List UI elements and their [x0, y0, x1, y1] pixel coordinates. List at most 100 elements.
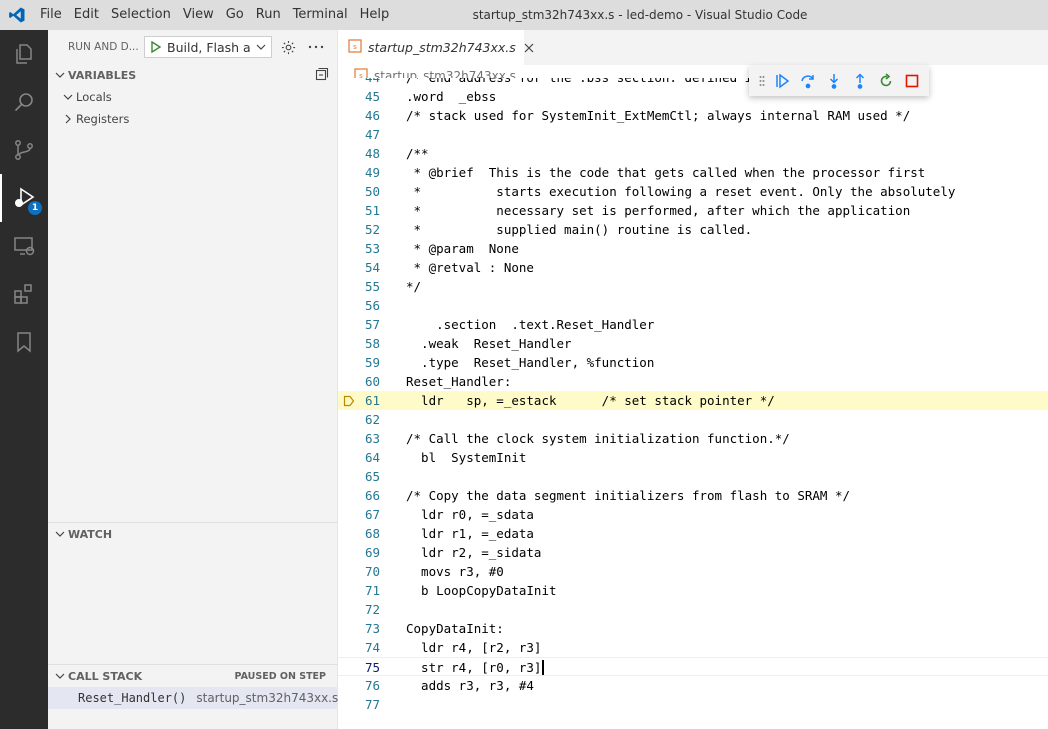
- close-icon[interactable]: [524, 40, 534, 56]
- code-line[interactable]: 66 /* Copy the data segment initializers …: [338, 486, 1048, 505]
- step-out-icon[interactable]: [847, 69, 873, 93]
- code-line[interactable]: 57 .section .text.Reset_Handler: [338, 315, 1048, 334]
- menu-edit[interactable]: Edit: [68, 0, 105, 30]
- code-line[interactable]: 76 adds r3, r3, #4: [338, 676, 1048, 695]
- menu-go[interactable]: Go: [220, 0, 250, 30]
- variables-registers[interactable]: Registers: [48, 108, 337, 130]
- code-line[interactable]: 55 */: [338, 277, 1048, 296]
- run-debug-icon[interactable]: 1: [0, 174, 48, 222]
- start-debugging-icon[interactable]: [145, 41, 167, 53]
- code-line[interactable]: 72: [338, 600, 1048, 619]
- watch-section-header[interactable]: WATCH: [48, 523, 338, 545]
- menu-terminal[interactable]: Terminal: [287, 0, 354, 30]
- line-number: 75: [364, 660, 380, 675]
- code-line[interactable]: 60 Reset_Handler:: [338, 372, 1048, 391]
- code-line[interactable]: 50 * starts execution following a reset …: [338, 182, 1048, 201]
- line-text: ldr r2, =_sidata: [406, 545, 542, 560]
- code-line[interactable]: 46 /* stack used for SystemInit_ExtMemCtl…: [338, 106, 1048, 125]
- drag-handle-icon[interactable]: [755, 75, 769, 87]
- stop-icon[interactable]: [899, 69, 925, 93]
- line-text: ldr r0, =_sdata: [406, 507, 534, 522]
- code-line[interactable]: 71 b LoopCopyDataInit: [338, 581, 1048, 600]
- code-line[interactable]: 74 ldr r4, [r2, r3]: [338, 638, 1048, 657]
- line-text: Reset_Handler:: [406, 374, 512, 389]
- title-bar: File Edit Selection View Go Run Terminal…: [0, 0, 1048, 30]
- code-line[interactable]: 48 /**: [338, 144, 1048, 163]
- line-number: 60: [364, 374, 380, 389]
- stack-frame[interactable]: Reset_Handler() startup_stm32h743xx.s: [48, 687, 338, 709]
- code-line[interactable]: 64 bl SystemInit: [338, 448, 1048, 467]
- code-line[interactable]: 52 * supplied main() routine is called.: [338, 220, 1048, 239]
- menu-file[interactable]: File: [34, 0, 68, 30]
- menu-selection[interactable]: Selection: [105, 0, 177, 30]
- line-text: .type Reset_Handler, %function: [406, 355, 655, 370]
- step-into-icon[interactable]: [821, 69, 847, 93]
- code-line[interactable]: 77: [338, 695, 1048, 714]
- code-editor[interactable]: 44/* end address for the .bss section. d…: [338, 78, 1048, 729]
- code-line[interactable]: 70 movs r3, #0: [338, 562, 1048, 581]
- line-number: 70: [364, 564, 380, 579]
- variables-section-header[interactable]: VARIABLES: [48, 64, 337, 86]
- gear-icon[interactable]: [276, 36, 300, 58]
- callstack-section-header[interactable]: CALL STACK PAUSED ON STEP: [48, 665, 338, 687]
- text-cursor: [542, 660, 544, 675]
- variables-locals[interactable]: Locals: [48, 86, 337, 108]
- source-control-icon[interactable]: [0, 126, 48, 174]
- code-line[interactable]: 47: [338, 125, 1048, 144]
- menu-bar: File Edit Selection View Go Run Terminal…: [34, 0, 395, 30]
- code-line[interactable]: 68 ldr r1, =_edata: [338, 524, 1048, 543]
- line-text: * @retval : None: [406, 260, 534, 275]
- code-line[interactable]: 58 .weak Reset_Handler: [338, 334, 1048, 353]
- code-line[interactable]: 73 CopyDataInit:: [338, 619, 1048, 638]
- line-number: 50: [364, 184, 380, 199]
- menu-run[interactable]: Run: [250, 0, 287, 30]
- debug-config-select[interactable]: Build, Flash and Debug: [144, 36, 272, 58]
- code-line[interactable]: 54 * @retval : None: [338, 258, 1048, 277]
- code-line[interactable]: 56: [338, 296, 1048, 315]
- code-line[interactable]: 63 /* Call the clock system initializatio…: [338, 429, 1048, 448]
- restart-icon[interactable]: [873, 69, 899, 93]
- code-line[interactable]: 49 * @brief This is the code that gets c…: [338, 163, 1048, 182]
- callstack-section: CALL STACK PAUSED ON STEP Reset_Handler(…: [48, 664, 338, 709]
- code-line[interactable]: 45 .word _ebss: [338, 87, 1048, 106]
- line-text: /* Call the clock system initialization …: [406, 431, 790, 446]
- step-over-icon[interactable]: [795, 69, 821, 93]
- code-line[interactable]: 69 ldr r2, =_sidata: [338, 543, 1048, 562]
- line-number: 74: [364, 640, 380, 655]
- remote-explorer-icon[interactable]: [0, 222, 48, 270]
- line-number: 65: [364, 469, 380, 484]
- code-line[interactable]: 53 * @param None: [338, 239, 1048, 258]
- extensions-icon[interactable]: [0, 270, 48, 318]
- line-text: * necessary set is performed, after whic…: [406, 203, 911, 218]
- code-line[interactable]: 61 ldr sp, =_estack /* set stack pointer…: [338, 391, 1048, 410]
- debug-config-label: Build, Flash and Debug: [167, 39, 251, 55]
- continue-icon[interactable]: [769, 69, 795, 93]
- line-number: 64: [364, 450, 380, 465]
- more-actions-icon[interactable]: [304, 36, 328, 58]
- menu-help[interactable]: Help: [354, 0, 396, 30]
- editor-tabs: s startup_stm32h743xx.s: [338, 30, 1048, 65]
- editor-tab-label: startup_stm32h743xx.s: [368, 40, 516, 55]
- code-line[interactable]: 75 str r4, [r0, r3]: [338, 657, 1048, 676]
- line-text: /* Copy the data segment initializers fr…: [406, 488, 851, 503]
- menu-view[interactable]: View: [177, 0, 220, 30]
- code-line[interactable]: 59 .type Reset_Handler, %function: [338, 353, 1048, 372]
- line-text: .weak Reset_Handler: [406, 336, 572, 351]
- code-line[interactable]: 67 ldr r0, =_sdata: [338, 505, 1048, 524]
- debug-toolbar: [749, 66, 929, 96]
- code-line[interactable]: 51 * necessary set is performed, after w…: [338, 201, 1048, 220]
- explorer-icon[interactable]: [0, 30, 48, 78]
- line-number: 49: [364, 165, 380, 180]
- line-number: 46: [364, 108, 380, 123]
- code-line[interactable]: 65: [338, 467, 1048, 486]
- line-number: 57: [364, 317, 380, 332]
- bookmarks-icon[interactable]: [0, 318, 48, 366]
- variables-registers-label: Registers: [76, 112, 130, 126]
- collapse-all-icon[interactable]: [315, 67, 329, 84]
- line-number: 72: [364, 602, 380, 617]
- code-line[interactable]: 44/* end address for the .bss section. d…: [338, 78, 1048, 87]
- editor-tab[interactable]: s startup_stm32h743xx.s: [338, 30, 534, 65]
- code-line[interactable]: 62: [338, 410, 1048, 429]
- search-icon[interactable]: [0, 78, 48, 126]
- line-text: * starts execution following a reset eve…: [406, 184, 956, 199]
